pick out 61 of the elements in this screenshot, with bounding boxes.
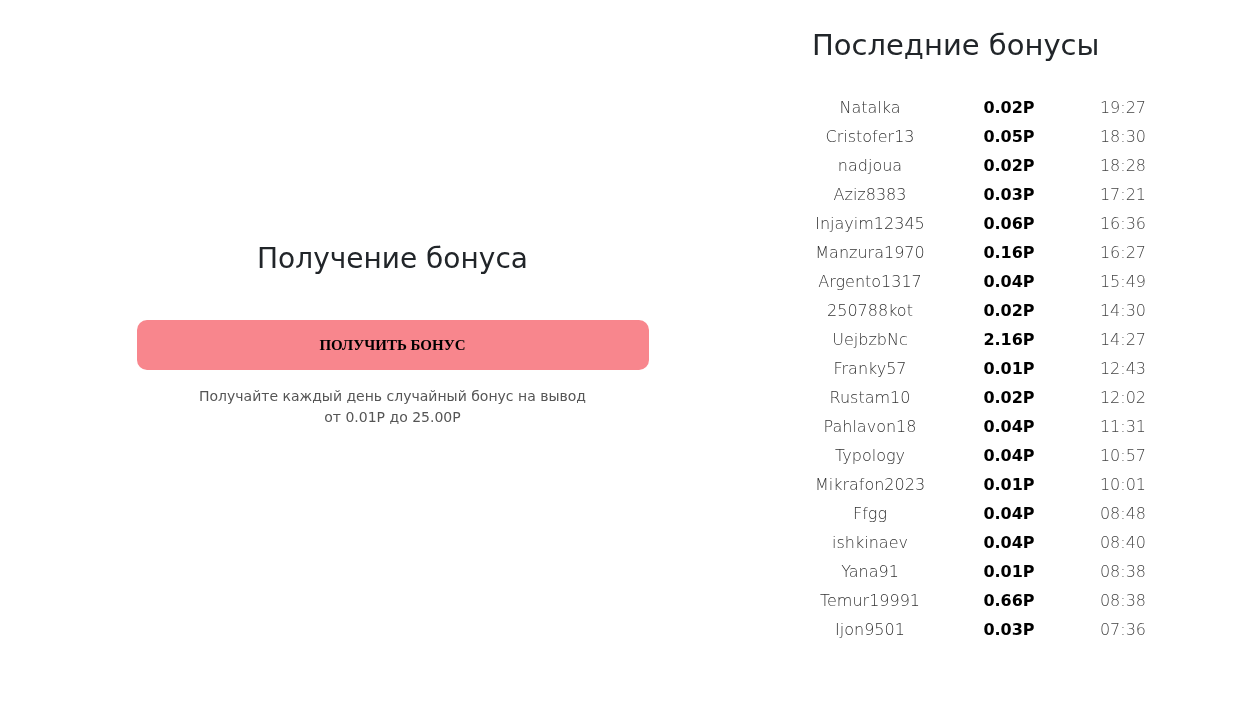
username-cell-text: UejbzbNc xyxy=(831,329,909,351)
username-cell-text: Ijon9501 xyxy=(834,619,906,641)
amount-cell-text: 0.02P xyxy=(982,97,1036,119)
username-cell-text: Yana91 xyxy=(840,561,900,583)
time-cell-text: 08:48 xyxy=(1098,503,1148,525)
amount-cell-text: 0.04P xyxy=(982,532,1036,554)
time-cell-text: 14:30 xyxy=(1098,300,1148,322)
amount-cell-text: 0.04P xyxy=(982,271,1036,293)
amount-cell-text: 0.02P xyxy=(982,387,1036,409)
username-cell-text: Typology xyxy=(834,445,906,467)
section-title: Получение бонуса xyxy=(257,241,528,277)
time-cell-text: 10:01 xyxy=(1098,474,1148,496)
time-cell-text: 08:38 xyxy=(1098,561,1148,583)
username-cell-text: Pahlavon18 xyxy=(822,416,918,438)
username-cell-text: Cristofer13 xyxy=(824,126,916,148)
time-cell-text: 17:21 xyxy=(1098,184,1148,206)
username-cell-text: 250788kot xyxy=(826,300,914,322)
amount-cell-text: 0.01P xyxy=(982,474,1036,496)
amount-cell-text: 0.03P xyxy=(982,184,1036,206)
time-cell-text: 10:57 xyxy=(1098,445,1148,467)
username-cell-text: Injayim12345 xyxy=(814,213,926,235)
amount-cell-text: 0.04P xyxy=(982,503,1036,525)
username-cell-text: Natalka xyxy=(838,97,902,119)
time-cell-text: 12:02 xyxy=(1098,387,1148,409)
amount-cell-text: 0.01P xyxy=(982,561,1036,583)
time-cell-text: 15:49 xyxy=(1098,271,1148,293)
time-cell-text: 08:40 xyxy=(1098,532,1148,554)
time-cell-text: 11:31 xyxy=(1098,416,1148,438)
time-cell-text: 16:36 xyxy=(1098,213,1148,235)
time-cell-text: 08:38 xyxy=(1098,590,1148,612)
amount-cell-text: 0.02P xyxy=(982,300,1036,322)
time-cell-text: 14:27 xyxy=(1098,329,1148,351)
amount-cell-text: 2.16P xyxy=(982,329,1036,351)
time-cell-text: 18:30 xyxy=(1098,126,1148,148)
amount-cell-text: 0.02P xyxy=(982,155,1036,177)
amount-cell-text: 0.06P xyxy=(982,213,1036,235)
amount-cell-text: 0.04P xyxy=(982,416,1036,438)
username-cell-text: ishkinaev xyxy=(831,532,909,554)
amount-cell-text: 0.04P xyxy=(982,445,1036,467)
time-cell-text: 18:28 xyxy=(1098,155,1148,177)
bonus-description: Получайте каждый день случайный бонус на вывод от 0.01P до 25.00P xyxy=(199,387,586,427)
username-cell-text: Ffgg xyxy=(851,503,888,525)
amount-cell-text: 0.05P xyxy=(982,126,1036,148)
section-title: Последние бонусы xyxy=(812,27,1101,64)
amount-cell-text: 0.03P xyxy=(982,619,1036,641)
username-cell-text: Argento1317 xyxy=(817,271,923,293)
username-cell-text: Aziz8383 xyxy=(832,184,908,206)
amount-cell-text: 0.16P xyxy=(982,242,1036,264)
amount-cell-text: 0.66P xyxy=(982,590,1036,612)
username-cell-text: nadjoua xyxy=(836,155,904,177)
username-cell-text: Manzura1970 xyxy=(814,242,926,264)
amount-cell-text: 0.01P xyxy=(982,358,1036,380)
time-cell-text: 12:43 xyxy=(1098,358,1148,380)
username-cell-text: Franky57 xyxy=(832,358,908,380)
username-cell-text: Rustam10 xyxy=(828,387,912,409)
get-bonus-button[interactable]: ПОЛУЧИТЬ БОНУС xyxy=(136,320,649,370)
username-cell-text: Mikrafon2023 xyxy=(813,474,927,496)
time-cell-text: 16:27 xyxy=(1098,242,1148,264)
time-cell-text: 19:27 xyxy=(1098,97,1148,119)
username-cell-text: Temur19991 xyxy=(818,590,922,612)
time-cell-text: 07:36 xyxy=(1098,619,1148,641)
